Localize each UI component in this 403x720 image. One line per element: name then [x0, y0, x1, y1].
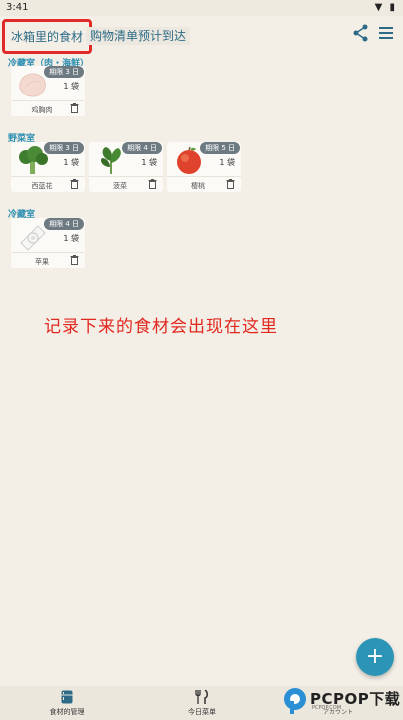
quantity-label: 1 袋 — [63, 234, 79, 243]
watermark-logo: PCPOP下载 PCPOP.COM — [280, 684, 400, 718]
card-divider — [11, 176, 85, 177]
card-divider — [11, 252, 85, 253]
expiry-badge: 期限 3 日 — [44, 142, 84, 154]
trash-icon[interactable] — [70, 179, 79, 189]
menu-icon[interactable] — [379, 27, 393, 39]
tab-shopping-list[interactable]: 购物清单预计到达 — [86, 27, 191, 45]
food-card-apple[interactable]: 期限 4 日 1 袋 苹果 — [11, 218, 85, 268]
food-name: 菠菜 — [113, 182, 127, 190]
trash-icon[interactable] — [148, 179, 157, 189]
food-card-chicken[interactable]: 期限 3 日 1 袋 鸡胸肉 — [11, 66, 85, 116]
card-divider — [11, 100, 85, 101]
annotation-text: 记录下来的食材会出现在这里 — [44, 317, 278, 337]
status-time: 3:41 — [6, 2, 29, 13]
app-bar: 冰箱里的食材 购物清单预计到达 — [0, 16, 403, 54]
status-bar: 3:41 ▼ ▮ — [0, 0, 403, 16]
card-divider — [89, 176, 163, 177]
battery-icon: ▮ — [389, 2, 397, 13]
wifi-icon: ▼ — [374, 2, 385, 13]
trash-icon[interactable] — [226, 179, 235, 189]
food-name: 苹果 — [35, 258, 49, 266]
expiry-badge: 期限 4 日 — [122, 142, 162, 154]
expiry-badge: 期限 3 日 — [44, 66, 84, 78]
quantity-label: 1 袋 — [141, 158, 157, 167]
trash-icon[interactable] — [70, 255, 79, 265]
pcpop-logo-icon — [284, 688, 306, 714]
card-divider — [167, 176, 241, 177]
add-ingredient-button[interactable]: + — [356, 638, 394, 676]
food-card-spinach[interactable]: 期限 4 日 1 袋 菠菜 — [89, 142, 163, 192]
status-icons: ▼ ▮ — [375, 2, 397, 13]
nav-label: 今日菜单 — [188, 708, 216, 716]
tab-fridge-ingredients[interactable]: 冰箱里的食材 — [2, 19, 93, 54]
food-card-cherry[interactable]: 期限 5 日 1 袋 樱桃 — [167, 142, 241, 192]
quantity-label: 1 袋 — [219, 158, 235, 167]
expiry-badge: 期限 5 日 — [200, 142, 240, 154]
food-name: 鸡胸肉 — [31, 106, 53, 114]
share-icon[interactable] — [353, 24, 369, 42]
fridge-icon — [61, 690, 73, 704]
fork-knife-icon — [195, 690, 208, 704]
food-card-broccoli[interactable]: 期限 3 日 1 袋 西蓝花 — [11, 142, 85, 192]
food-name: 樱桃 — [191, 182, 205, 190]
food-name: 西蓝花 — [31, 182, 53, 190]
nav-ingredient-management[interactable]: 食材的管理 — [27, 690, 107, 717]
expiry-badge: 期限 4 日 — [44, 218, 84, 230]
nav-label: 食材的管理 — [49, 708, 85, 716]
trash-icon[interactable] — [70, 103, 79, 113]
plus-icon: + — [365, 644, 385, 669]
quantity-label: 1 袋 — [63, 158, 79, 167]
quantity-label: 1 袋 — [63, 82, 79, 91]
nav-today-menu[interactable]: 今日菜单 — [162, 690, 242, 717]
watermark-subtext: PCPOP.COM — [312, 705, 342, 711]
